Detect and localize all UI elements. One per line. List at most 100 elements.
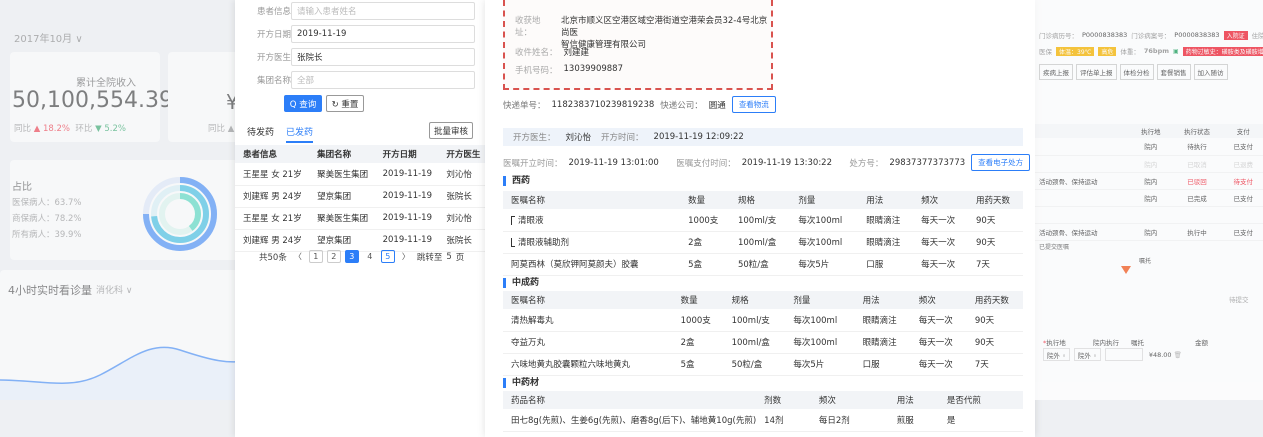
revenue-value: 50,100,554.39 — [12, 88, 173, 113]
month-selector[interactable]: 2017年10月 ∨ — [14, 30, 83, 45]
view-logistics-button[interactable]: 查看物流 — [731, 96, 776, 113]
tab-pending-dispense[interactable]: 待发药 — [247, 125, 274, 143]
table-cell: 每天一次 — [910, 353, 967, 376]
form-header: *执行地 — [1043, 339, 1066, 347]
patient-info-input[interactable]: 请输入患者姓名 — [291, 2, 475, 20]
table-cell: 每天一次 — [913, 253, 968, 276]
doctor-value: 刘沁怡 — [565, 133, 592, 143]
pay-time-label: 医嘱支付时间： — [676, 158, 736, 169]
table-cell: 望京集团 — [309, 185, 375, 208]
table-row[interactable]: 刘建辉 男 24岁 望京集团 2019-11-19 张院长 — [235, 229, 485, 252]
inpatient-no-label: 住院病案号： — [1251, 32, 1263, 40]
order-note-cell: 活动颈骨、保持运动 — [1035, 172, 1131, 190]
pending-submit-label: 待提交 — [1229, 296, 1249, 304]
table-cell: 每次100ml — [790, 231, 859, 254]
ratio-title: 占比 — [12, 182, 32, 193]
column-header: 规格 — [729, 191, 791, 209]
prescribe-date-row: 开方日期 2019-11-19 — [257, 25, 475, 43]
table-row[interactable]: 刘建辉 男 24岁 望京集团 2019-11-19 张院长 — [235, 185, 485, 208]
page-button[interactable]: 2 — [326, 250, 341, 263]
assessment-report-button[interactable]: 评估单上报 — [1076, 64, 1117, 80]
order-time-row: 医嘱开立时间： 2019-11-19 13:01:00 医嘱支付时间： 2019… — [503, 154, 1031, 171]
column-header: 用法 — [858, 191, 914, 209]
form-label: 集团名称 — [257, 76, 292, 86]
execution-place-select[interactable]: 院外 ◦ — [1043, 348, 1070, 361]
order-status-cell: 执行中 — [1170, 223, 1224, 241]
order-time-label: 医嘱开立时间： — [503, 158, 563, 169]
table-row[interactable]: 活动颈骨、保持运动 院内 执行中 已支付 — [1035, 223, 1263, 241]
table-row[interactable]: 王星星 女 21岁 聚美医生集团 2019-11-19 刘沁怡 — [235, 207, 485, 230]
table-row: 清热解毒丸 1000支 100ml/支 每次100ml 眼睛滴注 每天一次 90… — [503, 309, 1023, 332]
order-place-cell: 院内 — [1131, 155, 1171, 173]
phone-row: 手机号码： 13039909887 — [515, 64, 623, 76]
table-cell: 90天 — [966, 309, 1023, 332]
jump-input[interactable]: 5 — [446, 252, 451, 262]
table-row[interactable]: 院内 已完成 已支付 — [1035, 189, 1263, 207]
order-status-cell: 已驳回 — [1170, 172, 1224, 190]
form-label: 患者信息 — [257, 7, 292, 17]
page-button[interactable]: 4 — [363, 250, 377, 263]
order-pay-cell: 已支付 — [1223, 189, 1263, 207]
table-row[interactable]: 院内 待执行 已支付 — [1035, 138, 1263, 156]
doctor-row: 开方医生 张院长 — [257, 48, 475, 66]
table-cell: 张院长 — [438, 229, 485, 252]
order-pay-cell — [1223, 206, 1263, 224]
order-table: 执行地 执行状态 支付 院内 待执行 已支付 院内 已取消 已退费 活动颈骨、保持运动 院内已… — [1035, 124, 1263, 241]
order-form-fields: 院外 ◦ 院外 ◦ ¥48.00 🗑 — [1043, 348, 1182, 361]
table-cell: 1000支 — [680, 209, 730, 232]
order-pay-cell: 已支付 — [1223, 138, 1263, 156]
marker-triangle-icon — [1121, 266, 1131, 274]
ratio-card: 占比 医保病人：63.7% 商保病人：78.2% 所有病人：39.9% — [10, 160, 248, 260]
form-header: 嘱托 — [1131, 339, 1144, 347]
table-cell: 5盒 — [672, 353, 724, 376]
tab-dispensed[interactable]: 已发药 — [286, 125, 314, 143]
table-cell: 刘沁怡 — [438, 163, 485, 186]
table-cell: 每天一次 — [910, 309, 967, 332]
table-row[interactable] — [1035, 206, 1263, 224]
amount-value: ¥48.00 — [1148, 350, 1172, 359]
group-select[interactable]: 全部 — [291, 71, 475, 89]
next-page-button[interactable]: 〉 — [399, 250, 413, 263]
disease-report-button[interactable]: 疾病上报 — [1039, 64, 1073, 80]
prev-page-button[interactable]: 〈 — [291, 250, 305, 263]
page-button-current[interactable]: 3 — [344, 250, 359, 263]
table-cell: 100ml/支 — [723, 309, 786, 332]
query-button[interactable]: Q 查询 — [284, 95, 322, 112]
recipient-row: 收件姓名： 刘建建 — [515, 46, 589, 58]
high-risk-tag: 高危 — [1098, 46, 1117, 56]
table-cell: 王星星 女 21岁 — [235, 207, 310, 230]
table-cell: 每天一次 — [913, 209, 968, 232]
table-cell: 7天 — [968, 253, 1023, 276]
realtime-line-chart — [0, 346, 250, 400]
department-selector[interactable]: 消化科 ∨ — [96, 283, 132, 296]
order-place-cell: 院内 — [1131, 189, 1171, 207]
doctor-input[interactable]: 张院长 — [291, 48, 475, 66]
weight-indicator-icon: ▣ — [1173, 47, 1179, 55]
page-button[interactable]: 1 — [308, 250, 323, 263]
table-cell: 口服 — [858, 253, 914, 276]
table-cell: 100ml/盒 — [723, 331, 786, 354]
package-sale-button[interactable]: 套餐销售 — [1156, 64, 1191, 80]
recipient-label: 收件姓名： — [515, 48, 558, 58]
delete-icon[interactable]: 🗑 — [1174, 351, 1182, 359]
instruction-input[interactable] — [1104, 348, 1143, 361]
table-row[interactable]: 活动颈骨、保持运动 院内 已驳回 待支付 — [1035, 172, 1263, 190]
prescribe-date-input[interactable]: 2019-11-19 — [291, 25, 475, 43]
table-row: 六味地黄丸胶囊颗粒六味地黄丸 5盒 50粒/盒 每次5片 口服 每天一次 7天 — [503, 353, 1023, 376]
add-followup-button[interactable]: 加入随访 — [1193, 64, 1228, 80]
view-e-prescription-button[interactable]: 查看电子处方 — [971, 154, 1031, 171]
table-cell: 清热解毒丸 — [503, 309, 673, 332]
table-cell: 眼睛滴注 — [854, 331, 911, 354]
column-header — [1035, 124, 1131, 138]
page-button[interactable]: 5 — [380, 250, 395, 263]
column-header: 开方日期 — [374, 145, 439, 163]
table-cell: 刘沁怡 — [438, 207, 485, 230]
checkup-sort-button[interactable]: 体检分检 — [1119, 64, 1154, 80]
batch-review-button[interactable]: 批量审核 — [429, 122, 473, 139]
table-row[interactable]: 院内 已取消 已退费 — [1035, 155, 1263, 173]
table-cell: 田七8g(先煎)、生姜6g(先煎)、磨香8g(后下)、辅地黄10g(先煎) — [503, 409, 757, 432]
revenue-title: 累计全院收入 — [76, 78, 136, 89]
reset-button[interactable]: ↻ 重置 — [326, 95, 364, 112]
table-row[interactable]: 王星星 女 21岁 聚美医生集团 2019-11-19 刘沁怡 — [235, 163, 485, 186]
inside-execution-select[interactable]: 院外 ◦ — [1073, 348, 1101, 361]
